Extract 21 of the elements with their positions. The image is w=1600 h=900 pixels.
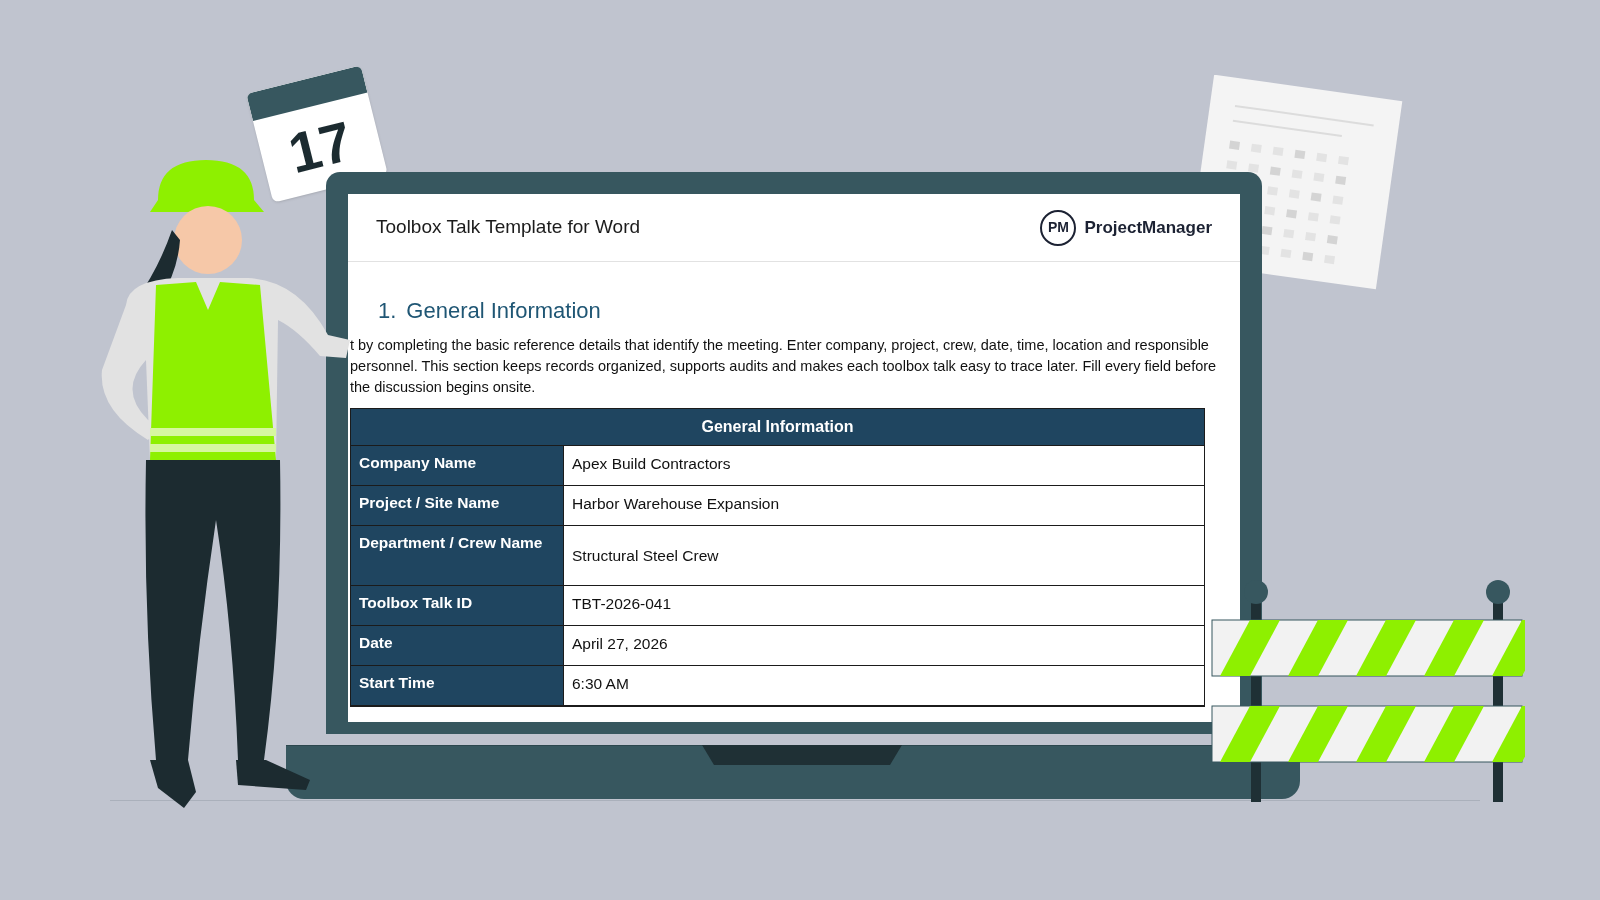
row-label: Company Name	[351, 446, 563, 485]
row-label: Start Time	[351, 666, 563, 705]
row-label: Project / Site Name	[351, 486, 563, 525]
document-title: Toolbox Talk Template for Word	[376, 215, 641, 240]
section-heading: General Information	[406, 297, 601, 325]
row-label: Date	[351, 626, 563, 665]
row-value: TBT-2026-041	[563, 586, 1204, 625]
brand-name: ProjectManager	[1084, 216, 1212, 239]
row-value: April 27, 2026	[563, 626, 1204, 665]
section-number: 1.	[378, 297, 397, 325]
row-value: Harbor Warehouse Expansion	[563, 486, 1204, 525]
calendar-day: 17	[283, 112, 358, 183]
row-label: Toolbox Talk ID	[351, 586, 563, 625]
row-label: Department / Crew Name	[351, 526, 563, 585]
laptop-notch-icon	[702, 745, 902, 765]
table-title: General Information	[351, 409, 1204, 446]
row-value: Structural Steel Crew	[563, 526, 1204, 585]
brand-logo: PM	[1040, 209, 1077, 246]
intro-paragraph: t by completing the basic reference details that identify the meeting. Enter company, project, crew, date, time, location and responsible personnel. This section keeps records organized, supports audits and makes each toolbox talk easy to trace later. Fill every field before the discussion begins onsite.	[350, 336, 1218, 397]
row-value: 6:30 AM	[563, 666, 1204, 705]
row-value: Apex Build Contractors	[563, 446, 1204, 485]
